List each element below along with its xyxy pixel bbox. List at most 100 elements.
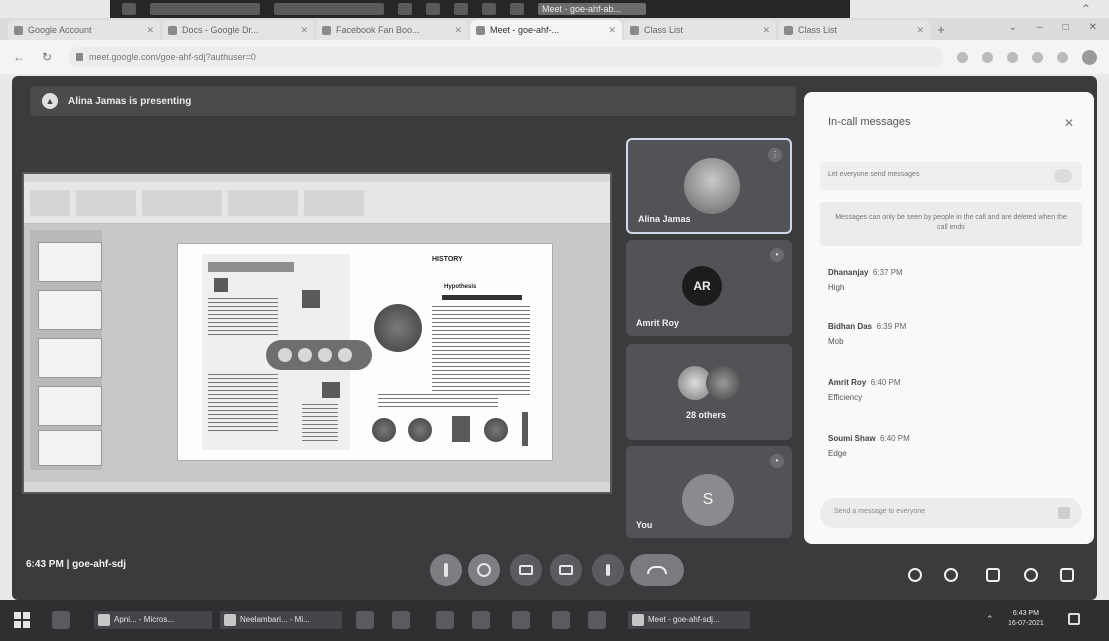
extension-icon[interactable] xyxy=(982,51,993,63)
windows-start-icon[interactable] xyxy=(14,612,30,628)
leave-call-button[interactable] xyxy=(630,554,684,586)
browser-tabstrip: Google Account ✕ Docs - Google Dr... ✕ Fac… xyxy=(0,18,1109,40)
tab-close-icon[interactable]: ✕ xyxy=(762,25,770,36)
message-text: High xyxy=(828,283,845,292)
taskbar-pin[interactable] xyxy=(122,3,136,15)
others-label: 28 others xyxy=(686,410,727,420)
browser-tab[interactable]: Facebook Fan Boo... ✕ xyxy=(316,20,468,40)
taskbar-meet-window[interactable]: Meet - goe-ahf-ab... xyxy=(538,3,646,15)
close-icon[interactable]: ✕ xyxy=(1064,116,1074,130)
taskbar-window-meet[interactable]: Meet - goe-ahf-sdj... xyxy=(628,611,750,629)
slide-image xyxy=(484,418,508,442)
chat-input[interactable]: Send a message to everyone xyxy=(820,498,1082,528)
others-tile[interactable]: 28 others xyxy=(626,344,792,440)
presenter-icon[interactable] xyxy=(278,348,292,362)
chevron-down-icon[interactable]: ⌄ xyxy=(1009,22,1017,33)
taskbar-pin[interactable] xyxy=(510,3,524,15)
present-button[interactable] xyxy=(550,554,582,586)
slide-rule xyxy=(442,295,522,300)
browser-tab-active[interactable]: Meet - goe-ahf-... ✕ xyxy=(470,20,622,40)
star-icon[interactable] xyxy=(1032,51,1043,63)
presenter-icon[interactable] xyxy=(338,348,352,362)
close-icon[interactable]: ✕ xyxy=(1089,22,1097,33)
people-button[interactable] xyxy=(942,566,960,584)
mic-off-icon: • xyxy=(770,454,784,468)
message-time: 6:39 PM xyxy=(876,322,907,331)
taskbar-pin[interactable] xyxy=(454,3,468,15)
browser-tab[interactable]: Class List ✕ xyxy=(778,20,930,40)
url-field[interactable]: meet.google.com/goe-ahf-sdj?authuser=0 xyxy=(68,47,943,67)
taskbar-window[interactable] xyxy=(150,3,260,15)
avatar xyxy=(684,158,740,214)
task-view-icon[interactable] xyxy=(52,611,70,629)
browser-tab[interactable]: Google Account ✕ xyxy=(8,20,160,40)
taskbar-pin[interactable] xyxy=(482,3,496,15)
maximize-icon[interactable]: □ xyxy=(1063,22,1069,33)
presenting-banner: ▲ Alina Jamas is presenting xyxy=(30,86,796,116)
browser-tab[interactable]: Docs - Google Dr... ✕ xyxy=(162,20,314,40)
tab-close-icon[interactable]: ✕ xyxy=(454,25,462,36)
self-tile[interactable]: S • You xyxy=(626,446,792,538)
slide-image xyxy=(372,418,396,442)
presenter-icon[interactable] xyxy=(298,348,312,362)
chat-permission-toggle[interactable] xyxy=(1054,169,1072,183)
puzzle-icon[interactable] xyxy=(1057,51,1068,63)
taskbar-app-icon[interactable] xyxy=(392,611,410,629)
taskbar-app-icon[interactable] xyxy=(512,611,530,629)
minimize-icon[interactable]: – xyxy=(1037,22,1043,33)
host-controls-button[interactable] xyxy=(1058,566,1076,584)
taskbar-window[interactable] xyxy=(274,3,384,15)
ribbon-group xyxy=(228,190,298,216)
avatar xyxy=(706,366,740,400)
back-icon[interactable]: ← xyxy=(12,50,26,64)
taskbar-app-icon[interactable] xyxy=(356,611,374,629)
slide-image xyxy=(522,412,528,446)
mic-off-icon: • xyxy=(770,248,784,262)
taskbar-pin[interactable] xyxy=(426,3,440,15)
extension-icon[interactable] xyxy=(1007,51,1018,63)
browser-tab[interactable]: Class List ✕ xyxy=(624,20,776,40)
presenter-icon[interactable] xyxy=(318,348,332,362)
participant-name: You xyxy=(636,520,653,530)
more-options-button[interactable] xyxy=(592,554,624,586)
chat-message: Bidhan Das 6:39 PM Mob xyxy=(828,322,906,346)
camera-button[interactable] xyxy=(468,554,500,586)
tab-label: Google Account xyxy=(28,25,92,35)
chevron-up-icon[interactable]: ⌃ xyxy=(986,614,994,625)
new-tab-icon[interactable]: + xyxy=(932,20,950,40)
camera-icon[interactable] xyxy=(957,51,968,63)
taskbar-app-icon[interactable] xyxy=(472,611,490,629)
call-end-icon xyxy=(647,566,667,574)
chrome-icon[interactable] xyxy=(552,611,570,629)
taskbar-window[interactable]: Apni... - Micros... xyxy=(94,611,212,629)
taskbar-app-icon[interactable] xyxy=(588,611,606,629)
participant-tile[interactable]: AR • Amrit Roy xyxy=(626,240,792,336)
message-header: Bidhan Das 6:39 PM xyxy=(828,322,906,331)
tab-close-icon[interactable]: ✕ xyxy=(300,25,308,36)
profile-avatar[interactable] xyxy=(1082,49,1097,65)
chevron-up-icon[interactable]: ⌃ xyxy=(1081,2,1091,16)
more-vert-icon xyxy=(606,564,610,576)
present-screen-icon: ▲ xyxy=(42,93,58,109)
message-text: Edge xyxy=(828,449,847,458)
mic-button[interactable] xyxy=(430,554,462,586)
taskbar-window[interactable]: Neelambari... - Mi... xyxy=(220,611,342,629)
tab-close-icon[interactable]: ✕ xyxy=(916,25,924,36)
participant-tile[interactable]: ⋮ Alina Jamas xyxy=(626,138,792,234)
notification-icon[interactable] xyxy=(1068,613,1080,625)
info-button[interactable] xyxy=(906,566,924,584)
current-slide: HISTORY Hypothesis xyxy=(178,244,552,460)
send-icon[interactable] xyxy=(1058,507,1070,519)
tab-close-icon[interactable]: ✕ xyxy=(608,25,616,36)
ribbon-group xyxy=(76,190,136,216)
taskbar-pin[interactable] xyxy=(398,3,412,15)
activities-button[interactable] xyxy=(1022,566,1040,584)
reload-icon[interactable]: ↻ xyxy=(40,50,54,64)
system-clock[interactable]: 6:43 PM 16-07-2021 xyxy=(1008,609,1044,629)
more-options-icon[interactable]: ⋮ xyxy=(768,148,782,162)
tab-close-icon[interactable]: ✕ xyxy=(146,25,154,36)
captions-button[interactable] xyxy=(510,554,542,586)
taskbar-app-icon[interactable] xyxy=(436,611,454,629)
chat-button[interactable] xyxy=(984,566,1002,584)
tab-favicon-icon xyxy=(784,25,793,35)
